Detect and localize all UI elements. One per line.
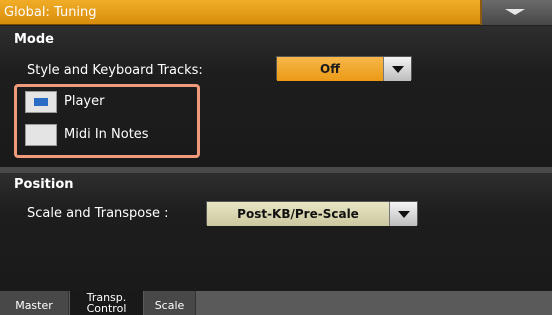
dropdown-arrow-button[interactable]	[383, 57, 411, 81]
player-checkbox[interactable]	[25, 91, 57, 113]
title-bar: Global: Tuning	[0, 0, 552, 25]
tab-scale[interactable]: Scale	[144, 291, 196, 315]
style-keyboard-tracks-value: Off	[277, 57, 383, 81]
style-keyboard-tracks-label: Style and Keyboard Tracks:	[27, 63, 203, 78]
page-menu-button[interactable]	[480, 0, 552, 25]
tab-bar: Master Transp. Control Scale	[0, 291, 552, 315]
scale-transpose-label: Scale and Transpose :	[27, 206, 169, 221]
midi-in-notes-label: Midi In Notes	[64, 127, 149, 142]
chevron-down-icon	[398, 211, 410, 218]
tab-transp-control-line2: Control	[86, 302, 127, 315]
tab-master[interactable]: Master	[0, 291, 69, 315]
scale-transpose-select[interactable]: Post-KB/Pre-Scale	[206, 201, 418, 226]
chevron-down-icon	[392, 66, 404, 73]
mode-section-title: Mode	[14, 32, 54, 47]
dropdown-arrow-button[interactable]	[389, 202, 417, 226]
midi-in-notes-checkbox[interactable]	[25, 124, 57, 146]
style-keyboard-tracks-select[interactable]: Off	[276, 56, 412, 81]
position-section: Position	[0, 173, 552, 291]
chevron-down-icon	[505, 9, 525, 15]
tuning-screen: Global: Tuning Mode Style and Keyboard T…	[0, 0, 552, 315]
scale-transpose-value: Post-KB/Pre-Scale	[207, 202, 389, 226]
window-title: Global: Tuning	[4, 5, 97, 20]
tab-transp-control[interactable]: Transp. Control	[70, 291, 143, 315]
checkbox-check-mark	[34, 98, 48, 106]
position-section-title: Position	[14, 177, 74, 192]
player-label: Player	[64, 94, 105, 109]
